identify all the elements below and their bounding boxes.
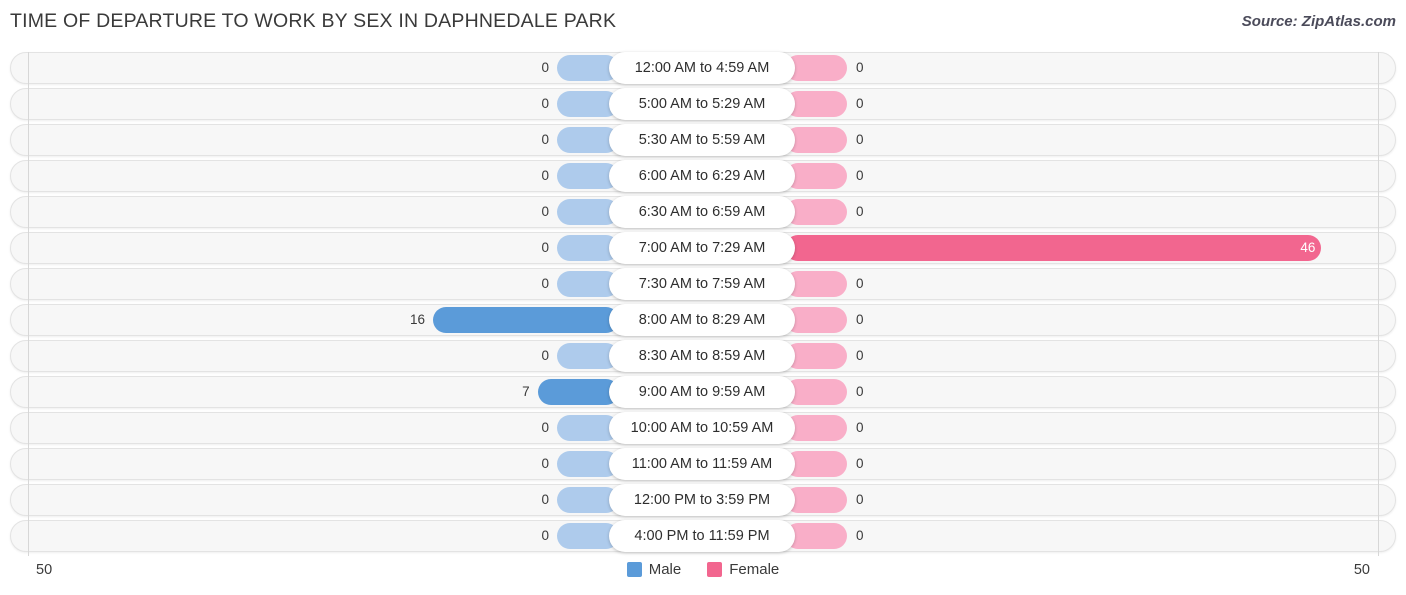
row-track — [10, 88, 1396, 120]
legend-label: Male — [648, 561, 682, 578]
row-track — [10, 196, 1396, 228]
row-track — [10, 376, 1396, 408]
row-track — [10, 520, 1396, 552]
row-track — [10, 304, 1396, 336]
row-track — [10, 412, 1396, 444]
row-track — [10, 268, 1396, 300]
source-attribution: Source: ZipAtlas.com — [1241, 13, 1396, 30]
gridline-right-max — [1378, 52, 1379, 556]
chart-plot-area: 0 0 12:00 AM to 4:59 AM 0 0 5:00 AM to 5:29 A… — [0, 52, 1406, 556]
row-track — [10, 340, 1396, 372]
row-track — [10, 124, 1396, 156]
chart-legend: Male Female — [0, 561, 1406, 578]
page-title: TIME OF DEPARTURE TO WORK BY SEX IN DAPH… — [10, 10, 617, 32]
legend-item-male[interactable]: Male — [626, 561, 682, 578]
row-track — [10, 232, 1396, 264]
legend-swatch-icon — [626, 562, 642, 577]
row-track — [10, 448, 1396, 480]
row-track — [10, 484, 1396, 516]
row-track — [10, 160, 1396, 192]
legend-swatch-icon — [707, 562, 723, 577]
chart-header: TIME OF DEPARTURE TO WORK BY SEX IN DAPH… — [0, 0, 1406, 46]
chart-page: TIME OF DEPARTURE TO WORK BY SEX IN DAPH… — [0, 0, 1406, 595]
legend-label: Female — [729, 561, 780, 578]
row-track — [10, 52, 1396, 84]
gridline-left-max — [28, 52, 29, 556]
chart-footer: 50 50 Male Female — [0, 556, 1406, 595]
legend-item-female[interactable]: Female — [707, 561, 779, 578]
